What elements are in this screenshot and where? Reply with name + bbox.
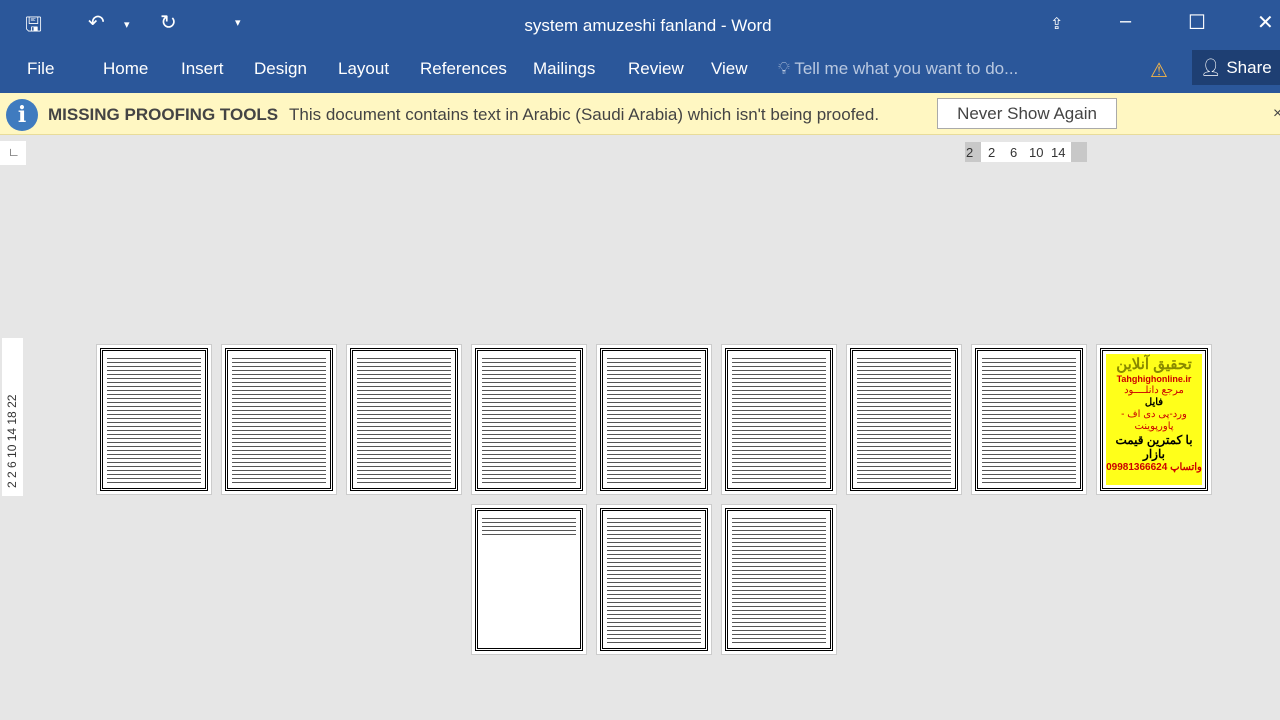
window-title: system amuzeshi fanland - Word <box>524 16 772 35</box>
ruler-label: 10 <box>1029 145 1044 160</box>
ad-line: ورد-پی دی اف - پاورپوینت <box>1121 408 1187 432</box>
ruler-label: 14 <box>1051 145 1066 160</box>
ribbon-display-options-icon[interactable]: ⇪ <box>1050 14 1063 34</box>
page-thumbnail[interactable] <box>346 344 462 495</box>
page-thumbnail[interactable] <box>221 344 337 495</box>
tab-review[interactable]: Review <box>628 59 684 79</box>
tab-selector[interactable]: ∟ <box>0 141 26 165</box>
tab-insert[interactable]: Insert <box>181 59 224 79</box>
page-thumbnail[interactable]: تحقیق آنلاین Tahghighonline.ir مرجع دانل… <box>1096 344 1212 495</box>
page-thumbnail[interactable] <box>971 344 1087 495</box>
tab-home[interactable]: Home <box>103 59 148 79</box>
page-text <box>607 516 701 643</box>
page-text <box>232 356 326 483</box>
tab-file[interactable]: File <box>27 59 54 79</box>
page-border <box>600 348 708 491</box>
page-border <box>225 348 333 491</box>
ruler-label: 6 <box>1010 145 1018 160</box>
page-text <box>732 356 826 483</box>
tell-me-search[interactable]: 💡︎ Tell me what you want to do... <box>778 59 1018 79</box>
page-thumbnail[interactable] <box>846 344 962 495</box>
page-text <box>482 356 576 483</box>
ad-line: فایل <box>1144 396 1164 408</box>
ad-line: 09981366624 واتساپ <box>1106 461 1202 473</box>
tab-layout[interactable]: Layout <box>338 59 389 79</box>
page-border: تحقیق آنلاین Tahghighonline.ir مرجع دانل… <box>1100 348 1208 491</box>
page-thumbnail[interactable] <box>96 344 212 495</box>
horizontal-ruler[interactable]: 2 2 6 10 14 <box>965 142 1087 162</box>
page-text <box>982 356 1076 483</box>
ad-line: مرجع دانلــــود <box>1124 384 1184 396</box>
tab-view[interactable]: View <box>711 59 748 79</box>
minimize-icon[interactable]: – <box>1120 10 1131 33</box>
ruler-label: 2 <box>988 145 996 160</box>
maximize-icon[interactable]: ☐ <box>1188 10 1206 35</box>
message-text: This document contains text in Arabic (S… <box>289 105 880 124</box>
page-border <box>725 508 833 651</box>
page-border <box>725 348 833 491</box>
page-border <box>100 348 208 491</box>
tab-mailings[interactable]: Mailings <box>533 59 595 79</box>
tab-design[interactable]: Design <box>254 59 307 79</box>
page-thumbnail[interactable] <box>596 504 712 655</box>
ad-content: تحقیق آنلاین Tahghighonline.ir مرجع دانل… <box>1106 354 1202 485</box>
page-text <box>482 516 576 538</box>
warning-icon[interactable]: ⚠ <box>1150 58 1168 83</box>
page-text <box>357 356 451 483</box>
page-thumbnail[interactable] <box>471 504 587 655</box>
page-text <box>107 356 201 483</box>
info-icon: i <box>6 99 38 131</box>
page-text <box>607 356 701 483</box>
title-bar: 🖫 ↶ ▾ ↻ ▾ system amuzeshi fanland - Word… <box>0 0 1280 50</box>
ribbon: File Home Insert Design Layout Reference… <box>0 50 1280 93</box>
page-thumbnail[interactable] <box>471 344 587 495</box>
page-border <box>350 348 458 491</box>
message-title: MISSING PROOFING TOOLS <box>48 105 279 124</box>
ad-line: Tahghighonline.ir <box>1116 374 1192 384</box>
page-border <box>975 348 1083 491</box>
ruler-label: 2 <box>966 145 974 160</box>
page-thumbnail[interactable] <box>721 344 837 495</box>
ad-line: با کمترین قیمت بازار <box>1115 432 1193 462</box>
ad-line: تحقیق آنلاین <box>1116 356 1192 373</box>
tab-references[interactable]: References <box>420 59 507 79</box>
person-add-icon: 👤︎ <box>1200 58 1222 77</box>
message-bar: i MISSING PROOFING TOOLS This document c… <box>0 93 1280 135</box>
page-thumbnail[interactable] <box>721 504 837 655</box>
ruler-label: 2 2 6 10 14 18 22 <box>5 394 19 488</box>
page-border <box>475 348 583 491</box>
page-border <box>475 508 583 651</box>
vertical-ruler[interactable]: 2 2 6 10 14 18 22 <box>2 338 23 496</box>
lightbulb-icon: 💡︎ <box>778 59 790 78</box>
page-thumbnail[interactable] <box>596 344 712 495</box>
share-button[interactable]: 👤︎ Share <box>1192 50 1280 85</box>
page-text <box>857 356 951 483</box>
never-show-again-button[interactable]: Never Show Again <box>937 98 1117 129</box>
page-border <box>600 508 708 651</box>
close-message-icon[interactable]: × <box>1273 105 1280 123</box>
close-icon[interactable]: ✕ <box>1257 10 1274 35</box>
page-border <box>850 348 958 491</box>
page-text <box>732 516 826 643</box>
